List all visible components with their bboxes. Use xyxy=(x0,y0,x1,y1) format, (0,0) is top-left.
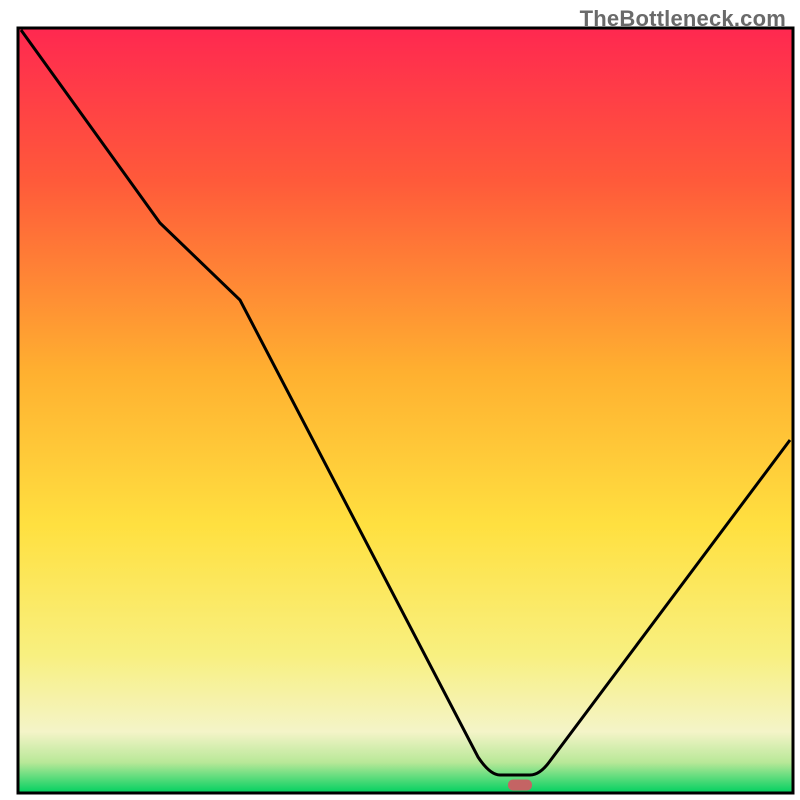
chart-svg xyxy=(0,0,800,800)
optimum-marker xyxy=(508,780,532,791)
chart-container: TheBottleneck.com xyxy=(0,0,800,800)
watermark-text: TheBottleneck.com xyxy=(580,6,786,32)
plot-background-gradient xyxy=(18,28,793,793)
